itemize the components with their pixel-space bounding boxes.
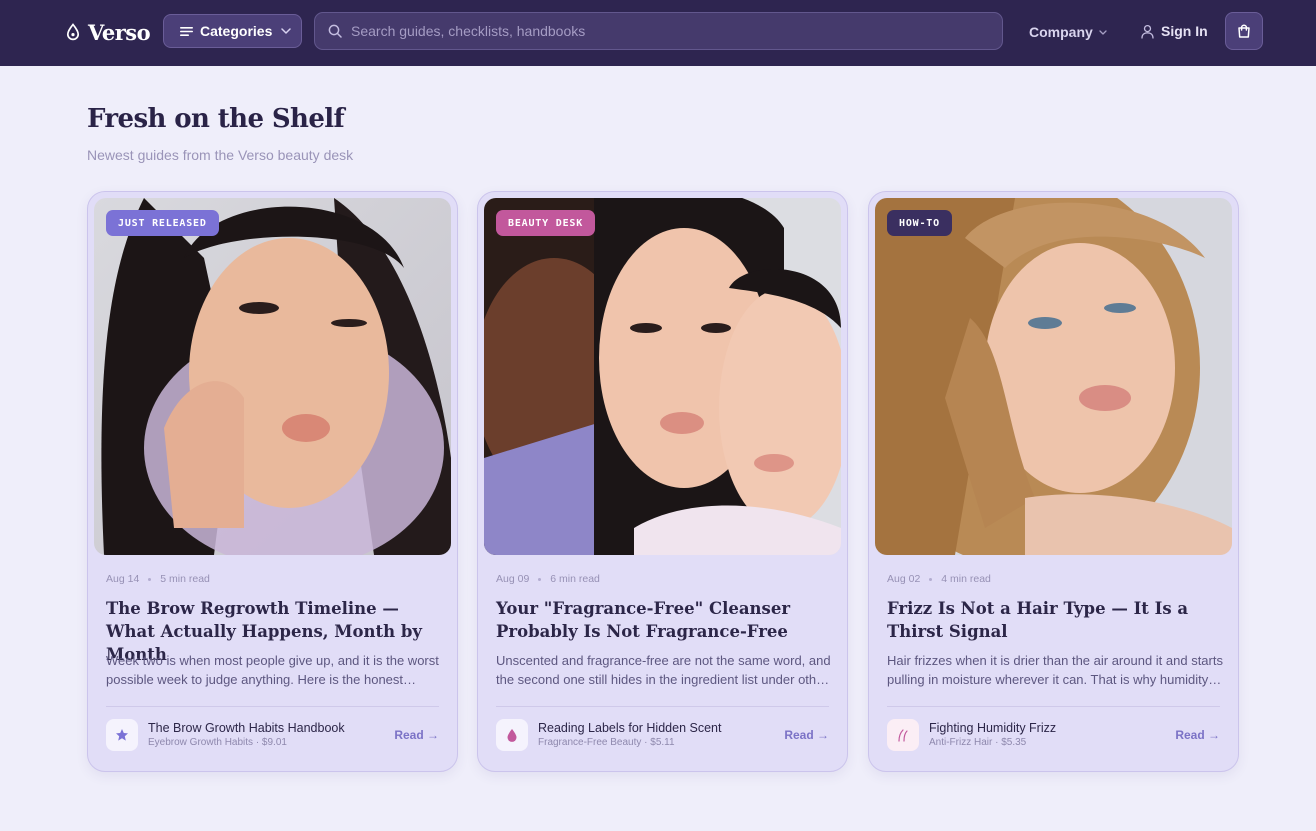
read-link[interactable]: Read → [394,728,439,742]
company-label: Company [1029,24,1093,40]
article-meta: Aug 09 6 min read [496,573,600,585]
article-date: Aug 02 [887,573,921,585]
meta-separator [929,577,933,581]
article-excerpt: Hair frizzes when it is drier than the a… [887,653,1223,687]
read-time: 6 min read [550,573,600,585]
article-card[interactable]: HOW-TO Aug 02 4 min read Frizz Is Not a … [868,191,1239,772]
chevron-down-icon [281,28,292,34]
portrait-photo [484,198,841,555]
card-divider [887,706,1220,707]
top-navbar: Verso Categories Company Sign In [0,0,1316,66]
drop-logo-icon [66,23,80,41]
search-icon [328,24,342,38]
product-thumbnail [496,719,528,751]
sign-in-link[interactable]: Sign In [1140,21,1208,41]
portrait-photo [875,198,1232,555]
article-excerpt: Unscented and fragrance-free are not the… [496,653,831,687]
product-thumbnail [887,719,919,751]
article-image[interactable]: HOW-TO [875,198,1232,555]
drop-icon [507,728,517,742]
brand-name: Verso [88,19,151,45]
portrait-photo [94,198,451,555]
read-time: 4 min read [941,573,991,585]
article-title[interactable]: Frizz Is Not a Hair Type — It Is a Thirs… [887,597,1225,643]
menu-icon [180,26,193,36]
product-name[interactable]: Fighting Humidity Frizz [929,721,1056,735]
article-card[interactable]: BEAUTY DESK Aug 09 6 min read Your "Frag… [477,191,848,772]
meta-separator [148,577,152,581]
cart-button[interactable] [1225,12,1263,50]
article-date: Aug 14 [106,573,140,585]
search-bar[interactable] [314,12,1003,50]
article-image[interactable]: JUST RELEASED [94,198,451,555]
article-excerpt: Week two is when most people give up, an… [106,653,439,687]
article-card[interactable]: JUST RELEASED Aug 14 5 min read The Brow… [87,191,458,772]
brand-logo[interactable]: Verso [66,18,151,46]
category-badge: HOW-TO [887,210,952,236]
category-badge: JUST RELEASED [106,210,219,236]
card-divider [106,706,439,707]
product-name[interactable]: Reading Labels for Hidden Scent [538,721,721,735]
section-title: Fresh on the Shelf [87,104,345,134]
section-subtitle: Newest guides from the Verso beauty desk [87,147,354,163]
product-meta: Eyebrow Growth Habits · $9.01 [148,737,287,748]
meta-separator [538,577,542,581]
company-menu[interactable]: Company [1029,22,1107,42]
card-divider [496,706,829,707]
read-link[interactable]: Read → [1175,728,1220,742]
read-link[interactable]: Read → [784,728,829,742]
article-image[interactable]: BEAUTY DESK [484,198,841,555]
article-meta: Aug 14 5 min read [106,573,210,585]
article-date: Aug 09 [496,573,530,585]
article-title[interactable]: Your "Fragrance-Free" Cleanser Probably … [496,597,834,643]
product-thumbnail [106,719,138,751]
categories-button[interactable]: Categories [163,14,302,48]
search-input[interactable] [351,13,1002,49]
sign-in-label: Sign In [1161,23,1208,39]
product-meta: Fragrance-Free Beauty · $5.11 [538,737,675,748]
read-time: 5 min read [160,573,210,585]
star-icon [116,729,128,741]
product-meta: Anti-Frizz Hair · $5.35 [929,737,1027,748]
user-icon [1141,24,1154,39]
categories-label: Categories [200,23,273,39]
category-badge: BEAUTY DESK [496,210,596,236]
article-meta: Aug 02 4 min read [887,573,991,585]
product-name[interactable]: The Brow Growth Habits Handbook [148,721,345,735]
shopping-bag-icon [1238,24,1250,38]
hair-strands-icon [898,729,908,742]
chevron-down-icon [1099,29,1107,35]
